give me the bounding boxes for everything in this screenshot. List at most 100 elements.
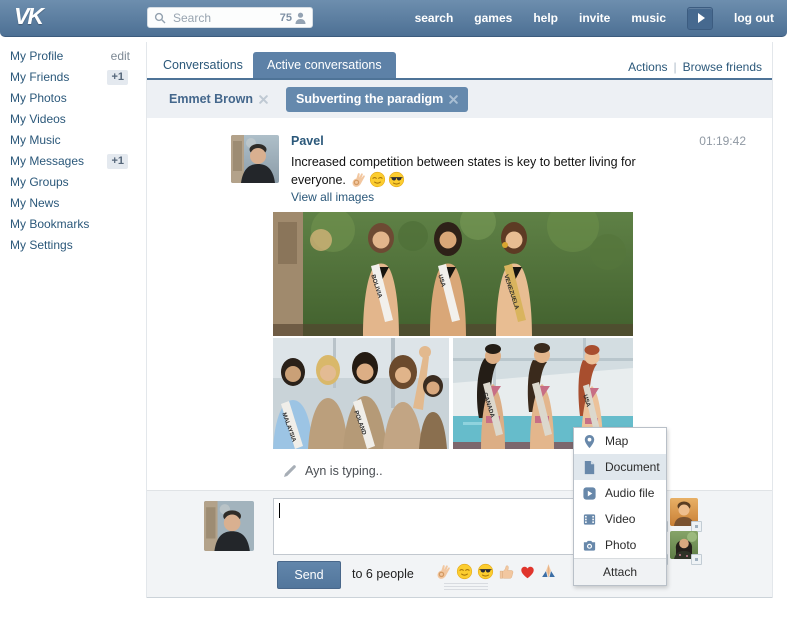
message-author-link[interactable]: Pavel: [291, 134, 324, 148]
search-icon: [154, 12, 166, 24]
menu-item-label: Map: [605, 434, 628, 448]
menu-item-label: Audio file: [605, 486, 654, 500]
send-button[interactable]: Send: [277, 561, 341, 589]
actions-link[interactable]: Actions: [628, 60, 667, 74]
nav-music-link[interactable]: music: [631, 11, 666, 25]
my-photos-link[interactable]: My Photos: [10, 91, 67, 105]
vk-logo[interactable]: VK: [14, 3, 42, 30]
tab-conversations[interactable]: Conversations: [149, 52, 257, 78]
messages-panel: Conversations Active conversations Actio…: [146, 42, 773, 598]
photo-attachment-2[interactable]: MALAYSIA POLAND: [273, 338, 449, 449]
my-messages-link[interactable]: My Messages: [10, 154, 84, 168]
vk-page: VK 75 search games help invite music log…: [0, 0, 787, 618]
close-chat-icon[interactable]: [259, 95, 268, 104]
photo-attachment-1[interactable]: BOLIVIA USA: [273, 212, 633, 336]
nav-games-link[interactable]: games: [474, 11, 512, 25]
map-icon: [582, 434, 597, 449]
message-composer: Send to 6 people: [147, 490, 772, 598]
red-heart-emoji[interactable]: [519, 563, 536, 580]
sidebar-item-my-messages: My Messages +1: [0, 151, 146, 172]
edit-profile-link[interactable]: edit: [111, 46, 130, 67]
menu-item-label: Video: [605, 512, 635, 526]
thumbs-up-emoji[interactable]: [498, 563, 515, 580]
typing-indicator: Ayn is typing..: [283, 464, 383, 478]
sunglasses-face-emoji[interactable]: [477, 563, 494, 580]
ok-hand-emoji: [350, 171, 367, 188]
pavel-avatar[interactable]: [231, 135, 279, 183]
pencil-icon: [283, 464, 297, 478]
attach-menu: Map Document Audio file Video Photo: [573, 427, 667, 586]
remove-recipient-button[interactable]: [691, 554, 702, 565]
search-input[interactable]: [171, 10, 271, 26]
my-news-link[interactable]: My News: [10, 196, 59, 210]
view-all-images-link[interactable]: View all images: [291, 190, 374, 204]
my-music-link[interactable]: My Music: [10, 133, 61, 147]
audio-icon: [582, 486, 597, 501]
my-groups-link[interactable]: My Groups: [10, 175, 69, 189]
open-chats-bar: Emmet Brown Subverting the paradigm: [147, 80, 772, 118]
message-emojis: [349, 173, 406, 187]
sidebar-item-my-groups: My Groups: [0, 172, 146, 193]
header-links: Actions | Browse friends: [628, 60, 762, 74]
tab-active-conversations[interactable]: Active conversations: [253, 52, 396, 78]
sidebar-item-my-settings: My Settings: [0, 235, 146, 256]
my-friends-link[interactable]: My Friends: [10, 70, 69, 84]
person-icon: [295, 12, 306, 24]
menu-item-label: Photo: [605, 538, 636, 552]
recipients-count-label: to 6 people: [352, 567, 414, 581]
sidebar: My Profile edit My Friends +1 My Photos …: [0, 46, 146, 256]
message-text-content: Increased competition between states is …: [291, 155, 636, 187]
chat-tab-subverting-the-paradigm[interactable]: Subverting the paradigm: [286, 87, 468, 112]
chat-tab-emmet-brown[interactable]: Emmet Brown: [169, 92, 268, 106]
relieved-face-emoji: [369, 171, 386, 188]
attach-audio-item[interactable]: Audio file: [574, 480, 666, 506]
browse-friends-link[interactable]: Browse friends: [683, 60, 762, 74]
music-play-button[interactable]: [687, 7, 713, 30]
search-box[interactable]: 75: [147, 7, 313, 28]
document-icon: [582, 460, 597, 475]
my-videos-link[interactable]: My Videos: [10, 112, 66, 126]
logout-link[interactable]: log out: [734, 11, 774, 25]
photo-icon: [582, 538, 597, 553]
nav-help-link[interactable]: help: [533, 11, 558, 25]
attach-video-item[interactable]: Video: [574, 506, 666, 532]
sidebar-item-my-bookmarks: My Bookmarks: [0, 214, 146, 235]
nav-invite-link[interactable]: invite: [579, 11, 610, 25]
own-avatar[interactable]: [204, 501, 254, 551]
menu-item-label: Document: [605, 460, 660, 474]
ok-hand-emoji[interactable]: [435, 563, 452, 580]
chat-tab-label: Emmet Brown: [169, 92, 253, 106]
relieved-face-emoji[interactable]: [456, 563, 473, 580]
top-navigation: search games help invite music log out: [415, 0, 774, 36]
sidebar-item-my-music: My Music: [0, 130, 146, 151]
attach-map-item[interactable]: Map: [574, 428, 666, 454]
conversation-tabs: Conversations Active conversations Actio…: [147, 52, 772, 80]
my-bookmarks-link[interactable]: My Bookmarks: [10, 217, 89, 231]
chat-tab-label: Subverting the paradigm: [296, 92, 443, 106]
sidebar-item-my-photos: My Photos: [0, 88, 146, 109]
input-resize-handle[interactable]: [444, 583, 488, 590]
friends-count-badge[interactable]: +1: [107, 70, 128, 85]
folded-hands-emoji[interactable]: [540, 563, 557, 580]
text-caret: [279, 503, 280, 518]
attach-trigger[interactable]: Attach: [574, 558, 666, 585]
topbar: VK 75 search games help invite music log…: [0, 0, 787, 37]
quick-emoji-row: [433, 563, 559, 581]
sidebar-item-my-news: My News: [0, 193, 146, 214]
messages-count-badge[interactable]: +1: [107, 154, 128, 169]
sunglasses-face-emoji: [388, 171, 405, 188]
message-thread: Pavel 01:19:42 Increased competition bet…: [147, 118, 772, 490]
close-chat-icon[interactable]: [449, 95, 458, 104]
my-settings-link[interactable]: My Settings: [10, 238, 73, 252]
my-profile-link[interactable]: My Profile: [10, 49, 63, 63]
video-icon: [582, 512, 597, 527]
photo-attachments: BOLIVIA USA: [273, 212, 633, 449]
play-icon: [698, 13, 705, 23]
nav-search-link[interactable]: search: [415, 11, 454, 25]
attach-photo-item[interactable]: Photo: [574, 532, 666, 558]
attach-document-item[interactable]: Document: [574, 454, 666, 480]
links-separator: |: [674, 60, 677, 74]
message-timestamp: 01:19:42: [699, 134, 746, 148]
sidebar-item-my-profile: My Profile edit: [0, 46, 146, 67]
online-count: 75: [280, 12, 292, 24]
